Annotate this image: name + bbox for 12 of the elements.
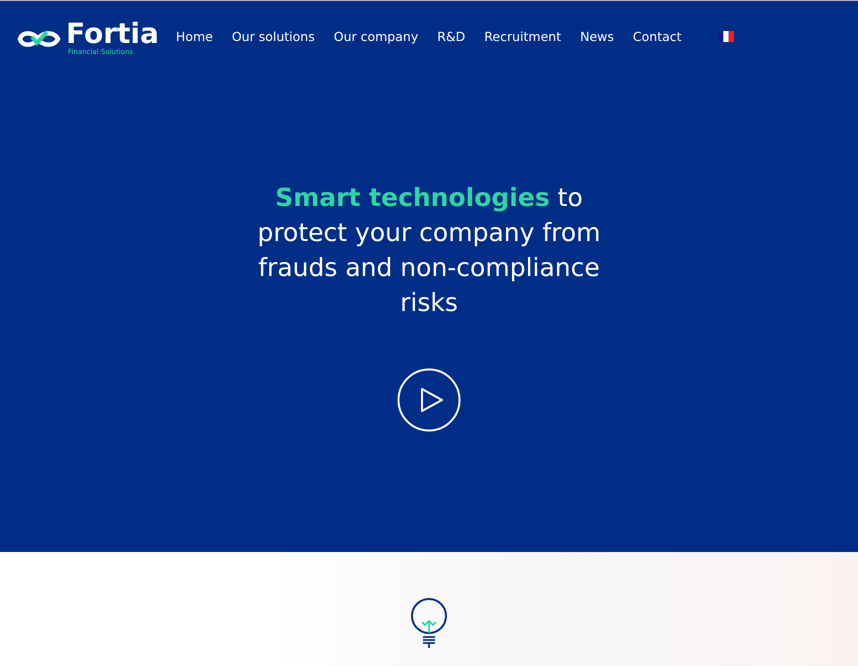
flag-icon[interactable] [718,31,734,42]
logo-text: Fortia [66,20,159,48]
nav-link[interactable]: News [580,29,614,44]
nav-link[interactable]: R&D [437,29,466,44]
hero-headline: Smart technologies to protect your company from frauds and non-compliance risks [256,182,602,319]
lightbulb-icon [410,598,448,650]
nav-link[interactable]: Home [176,29,213,44]
nav-link[interactable]: Our company [334,29,418,44]
nav-link[interactable]: Contact [632,29,682,44]
nav-link[interactable]: Our solutions [232,29,315,44]
play-button[interactable] [397,368,461,432]
nav-link[interactable]: Recruitment [484,29,562,44]
